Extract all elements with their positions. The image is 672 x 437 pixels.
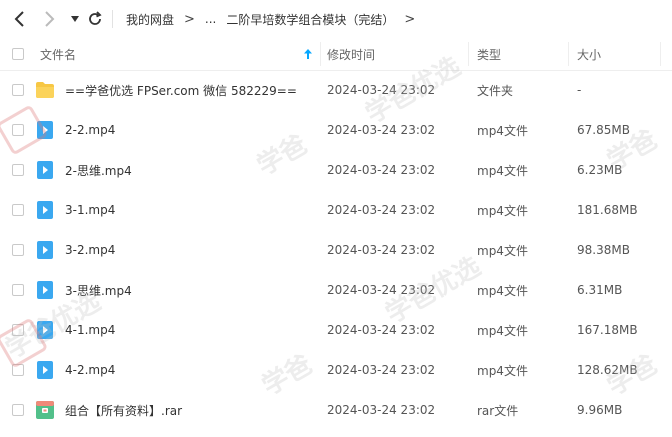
table-row[interactable]: 4-1.mp4 2024-03-24 23:02 mp4文件 167.18MB bbox=[0, 310, 672, 350]
column-divider[interactable] bbox=[320, 42, 321, 66]
breadcrumb-separator-icon: > bbox=[184, 11, 195, 27]
file-size: 98.38MB bbox=[577, 243, 630, 257]
column-divider[interactable] bbox=[568, 42, 569, 66]
sort-ascending-icon[interactable] bbox=[304, 38, 312, 70]
row-checkbox[interactable] bbox=[12, 404, 24, 416]
file-size: 6.31MB bbox=[577, 283, 623, 297]
file-modified: 2024-03-24 23:02 bbox=[327, 123, 436, 137]
row-checkbox[interactable] bbox=[12, 204, 24, 216]
breadcrumb-root[interactable]: 我的网盘 bbox=[126, 11, 174, 28]
row-checkbox[interactable] bbox=[12, 364, 24, 376]
chevron-right-icon bbox=[45, 11, 55, 27]
table-row[interactable]: 2-2.mp4 2024-03-24 23:02 mp4文件 67.85MB bbox=[0, 110, 672, 150]
file-modified: 2024-03-24 23:02 bbox=[327, 243, 436, 257]
column-header-type[interactable]: 类型 bbox=[477, 38, 501, 70]
file-modified: 2024-03-24 23:02 bbox=[327, 283, 436, 297]
file-name[interactable]: 2-思维.mp4 bbox=[65, 150, 132, 190]
file-size: - bbox=[577, 83, 582, 97]
history-dropdown-button[interactable] bbox=[64, 8, 86, 30]
file-modified: 2024-03-24 23:02 bbox=[327, 323, 436, 337]
file-modified: 2024-03-24 23:02 bbox=[327, 403, 436, 417]
archive-file-icon bbox=[36, 401, 54, 419]
video-file-icon bbox=[37, 321, 53, 339]
file-type: mp4文件 bbox=[477, 363, 528, 378]
file-size: 9.96MB bbox=[577, 403, 623, 417]
file-size: 128.62MB bbox=[577, 363, 638, 377]
toolbar: 我的网盘 > ... 二阶早培数学组合模块（完结） > bbox=[0, 0, 672, 38]
refresh-icon bbox=[89, 11, 102, 25]
column-header-modified[interactable]: 修改时间 bbox=[327, 38, 375, 70]
row-checkbox[interactable] bbox=[12, 84, 24, 96]
toolbar-divider bbox=[112, 10, 113, 28]
file-modified: 2024-03-24 23:02 bbox=[327, 363, 436, 377]
row-checkbox[interactable] bbox=[12, 124, 24, 136]
table-row[interactable]: 3-思维.mp4 2024-03-24 23:02 mp4文件 6.31MB bbox=[0, 270, 672, 310]
table-row[interactable]: ==学爸优选 FPSer.com 微信 582229== 2024-03-24 … bbox=[0, 70, 672, 110]
video-file-icon bbox=[37, 121, 53, 139]
file-type: mp4文件 bbox=[477, 163, 528, 178]
row-checkbox[interactable] bbox=[12, 324, 24, 336]
file-size: 67.85MB bbox=[577, 123, 630, 137]
chevron-left-icon bbox=[14, 11, 24, 27]
folder-icon bbox=[36, 82, 54, 98]
file-type: mp4文件 bbox=[477, 123, 528, 138]
column-header-size[interactable]: 大小 bbox=[577, 38, 601, 70]
file-list-header: 文件名 修改时间 类型 大小 bbox=[0, 38, 672, 71]
file-modified: 2024-03-24 23:02 bbox=[327, 83, 436, 97]
row-checkbox[interactable] bbox=[12, 284, 24, 296]
breadcrumb-current[interactable]: 二阶早培数学组合模块（完结） bbox=[226, 11, 394, 28]
file-type: mp4文件 bbox=[477, 283, 528, 298]
file-modified: 2024-03-24 23:02 bbox=[327, 163, 436, 177]
column-header-name[interactable]: 文件名 bbox=[40, 38, 76, 70]
file-type: 文件夹 bbox=[477, 83, 514, 98]
video-file-icon bbox=[37, 361, 53, 379]
file-name[interactable]: 组合【所有资料】.rar bbox=[65, 390, 182, 430]
forward-button[interactable] bbox=[38, 8, 60, 30]
file-name[interactable]: 4-2.mp4 bbox=[65, 350, 115, 390]
table-row[interactable]: 2-思维.mp4 2024-03-24 23:02 mp4文件 6.23MB bbox=[0, 150, 672, 190]
file-size: 181.68MB bbox=[577, 203, 638, 217]
select-all-checkbox[interactable] bbox=[12, 48, 24, 60]
file-name[interactable]: 2-2.mp4 bbox=[65, 110, 115, 150]
row-checkbox[interactable] bbox=[12, 164, 24, 176]
file-modified: 2024-03-24 23:02 bbox=[327, 203, 436, 217]
video-file-icon bbox=[37, 161, 53, 179]
file-name[interactable]: ==学爸优选 FPSer.com 微信 582229== bbox=[65, 70, 297, 110]
file-type: mp4文件 bbox=[477, 323, 528, 338]
breadcrumb: 我的网盘 > ... 二阶早培数学组合模块（完结） > bbox=[126, 0, 425, 38]
file-name[interactable]: 4-1.mp4 bbox=[65, 310, 115, 350]
column-divider[interactable] bbox=[660, 42, 661, 66]
table-row[interactable]: 3-1.mp4 2024-03-24 23:02 mp4文件 181.68MB bbox=[0, 190, 672, 230]
back-button[interactable] bbox=[9, 8, 31, 30]
file-type: rar文件 bbox=[477, 403, 519, 418]
video-file-icon bbox=[37, 201, 53, 219]
caret-down-icon bbox=[71, 16, 79, 22]
table-row[interactable]: 4-2.mp4 2024-03-24 23:02 mp4文件 128.62MB bbox=[0, 350, 672, 390]
file-name[interactable]: 3-2.mp4 bbox=[65, 230, 115, 270]
row-checkbox[interactable] bbox=[12, 244, 24, 256]
file-size: 167.18MB bbox=[577, 323, 638, 337]
video-file-icon bbox=[37, 281, 53, 299]
video-file-icon bbox=[37, 241, 53, 259]
refresh-button[interactable] bbox=[84, 8, 106, 30]
breadcrumb-chevron-icon[interactable]: > bbox=[404, 12, 415, 27]
file-type: mp4文件 bbox=[477, 243, 528, 258]
file-size: 6.23MB bbox=[577, 163, 623, 177]
table-row[interactable]: 组合【所有资料】.rar 2024-03-24 23:02 rar文件 9.96… bbox=[0, 390, 672, 430]
table-row[interactable]: 3-2.mp4 2024-03-24 23:02 mp4文件 98.38MB bbox=[0, 230, 672, 270]
file-type: mp4文件 bbox=[477, 203, 528, 218]
file-name[interactable]: 3-1.mp4 bbox=[65, 190, 115, 230]
breadcrumb-ellipsis[interactable]: ... bbox=[205, 12, 216, 26]
column-divider[interactable] bbox=[468, 42, 469, 66]
file-name[interactable]: 3-思维.mp4 bbox=[65, 270, 132, 310]
